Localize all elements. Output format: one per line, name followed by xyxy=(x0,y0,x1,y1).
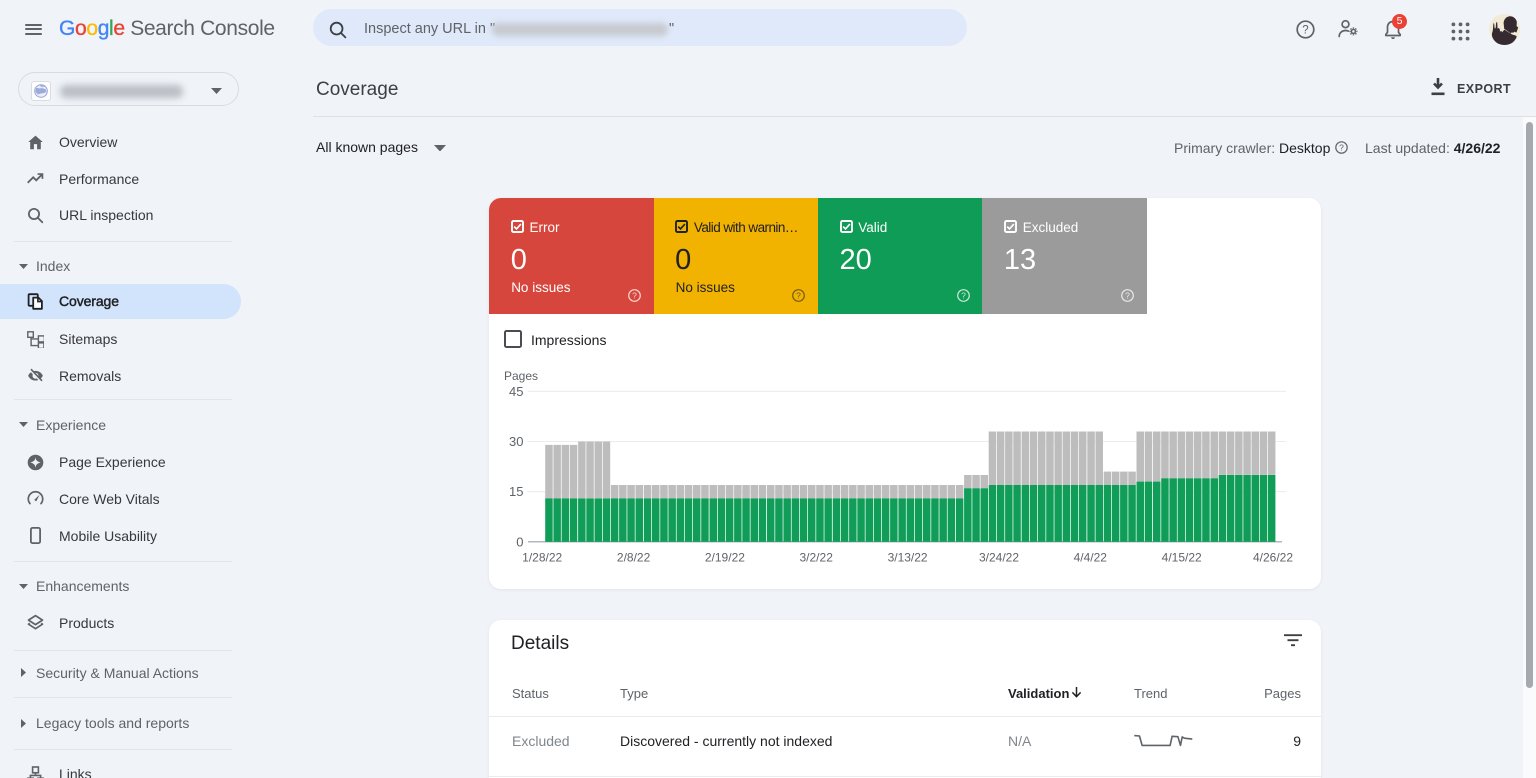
svg-text:1/28/22: 1/28/22 xyxy=(522,551,562,565)
svg-text:?: ? xyxy=(1339,142,1344,152)
svg-text:4/4/22: 4/4/22 xyxy=(1074,551,1108,565)
svg-text:45: 45 xyxy=(509,384,523,399)
svg-text:2/8/22: 2/8/22 xyxy=(617,551,651,565)
svg-text:3/24/22: 3/24/22 xyxy=(979,551,1019,565)
svg-text:30: 30 xyxy=(509,434,523,449)
svg-text:3/13/22: 3/13/22 xyxy=(888,551,928,565)
svg-text:2/19/22: 2/19/22 xyxy=(705,551,745,565)
svg-text:4/15/22: 4/15/22 xyxy=(1162,551,1202,565)
svg-text:?: ? xyxy=(1302,24,1308,36)
svg-text:4/26/22: 4/26/22 xyxy=(1253,551,1293,565)
svg-text:3/2/22: 3/2/22 xyxy=(800,551,834,565)
svg-text:15: 15 xyxy=(509,484,523,499)
svg-text:0: 0 xyxy=(516,534,523,549)
